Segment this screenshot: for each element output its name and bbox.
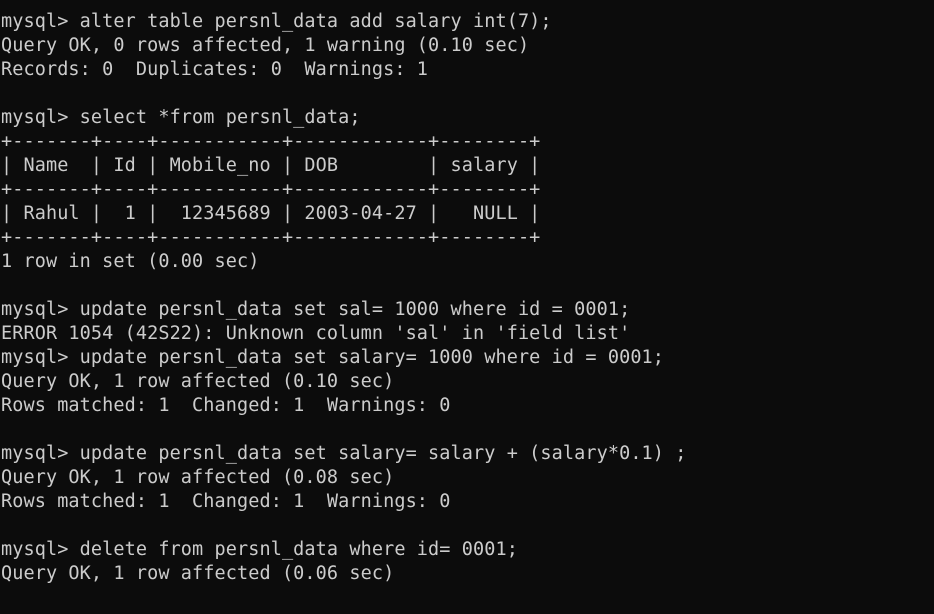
output-query-ok: Query OK, 1 row affected (0.06 sec) <box>1 563 395 584</box>
output-query-ok: Query OK, 1 row affected (0.10 sec) <box>1 371 395 392</box>
output-error: ERROR 1054 (42S22): Unknown column 'sal'… <box>1 323 631 344</box>
output-rows-matched: Rows matched: 1 Changed: 1 Warnings: 0 <box>1 491 451 512</box>
table-header-row: | Name | Id | Mobile_no | DOB | salary | <box>1 155 541 176</box>
command-line-update-sal: mysql> update persnl_data set sal= 1000 … <box>1 299 631 320</box>
output-row-count: 1 row in set (0.00 sec) <box>1 251 260 272</box>
command-line-alter: mysql> alter table persnl_data add salar… <box>1 11 552 32</box>
output-query-ok: Query OK, 1 row affected (0.08 sec) <box>1 467 395 488</box>
command-line-update-increment: mysql> update persnl_data set salary= sa… <box>1 443 687 464</box>
table-row: | Rahul | 1 | 12345689 | 2003-04-27 | NU… <box>1 203 541 224</box>
terminal-window[interactable]: mysql> alter table persnl_data add salar… <box>0 0 934 614</box>
command-line-select: mysql> select *from persnl_data; <box>1 107 361 128</box>
command-line-delete: mysql> delete from persnl_data where id=… <box>1 539 518 560</box>
output-query-ok: Query OK, 0 rows affected, 1 warning (0.… <box>1 35 530 56</box>
output-records: Records: 0 Duplicates: 0 Warnings: 1 <box>1 59 429 80</box>
table-border-mid: +-------+----+-----------+------------+-… <box>1 179 541 200</box>
table-border-bottom: +-------+----+-----------+------------+-… <box>1 227 541 248</box>
command-line-update-salary: mysql> update persnl_data set salary= 10… <box>1 347 665 368</box>
output-rows-matched: Rows matched: 1 Changed: 1 Warnings: 0 <box>1 395 451 416</box>
table-border-top: +-------+----+-----------+------------+-… <box>1 131 541 152</box>
